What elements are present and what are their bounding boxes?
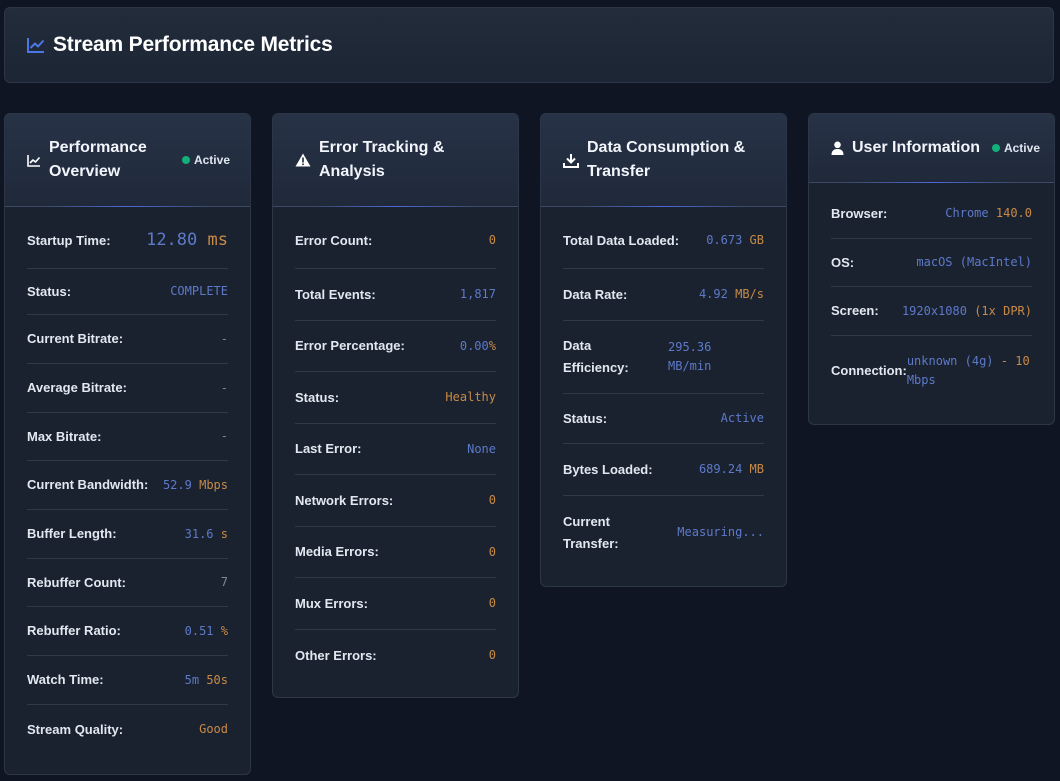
metric-row: Total Events: 1,817 bbox=[295, 269, 496, 321]
metric-row: Error Percentage: 0.00% bbox=[295, 321, 496, 372]
metric-row: Buffer Length: 31.6 s bbox=[27, 510, 228, 559]
metric-row: Current Bandwidth: 52.9 Mbps bbox=[27, 461, 228, 510]
metric-row: Data Efficiency: 295.36 MB/min bbox=[563, 321, 764, 394]
page-title: Stream Performance Metrics bbox=[53, 33, 333, 56]
performance-metrics-list: Startup Time: 12.80 ms Status: COMPLETE Cu… bbox=[5, 207, 250, 754]
metric-row: Media Errors: 0 bbox=[295, 527, 496, 578]
metric-row: Status: COMPLETE bbox=[27, 269, 228, 315]
metric-row: Total Data Loaded: 0.673 GB bbox=[563, 213, 764, 269]
user-information-card: User Information Active Browser: Chrome 1… bbox=[808, 113, 1055, 425]
metric-row: Bytes Loaded: 689.24 MB bbox=[563, 444, 764, 496]
metric-row: Average Bitrate: - bbox=[27, 364, 228, 413]
performance-overview-card: Performance Overview Active Startup Time:… bbox=[4, 113, 251, 775]
metric-row: Watch Time: 5m 50s bbox=[27, 656, 228, 705]
metric-row: Startup Time: 12.80 ms bbox=[27, 213, 228, 269]
metric-row: Current Transfer: Measuring... bbox=[563, 513, 764, 551]
warning-icon bbox=[295, 153, 311, 167]
status-dot bbox=[181, 156, 190, 164]
data-card-header: Data Consumption & Transfer bbox=[541, 114, 786, 207]
chart-line-icon bbox=[27, 154, 41, 167]
error-tracking-card: Error Tracking & Analysis Error Count: 0 T… bbox=[272, 113, 519, 698]
error-metrics-list: Error Count: 0 Total Events: 1,817 Error P… bbox=[273, 207, 518, 681]
user-card-title: User Information bbox=[852, 139, 981, 156]
page-header: Stream Performance Metrics bbox=[4, 7, 1054, 83]
metric-row: Status: Healthy bbox=[295, 372, 496, 424]
data-card-title: Data Consumption & Transfer bbox=[587, 139, 746, 180]
info-row: Browser: Chrome 140.0 bbox=[831, 189, 1032, 239]
metric-row: Rebuffer Ratio: 0.51 % bbox=[27, 607, 228, 656]
metric-row: Last Error: None bbox=[295, 424, 496, 475]
metric-row: Max Bitrate: - bbox=[27, 413, 228, 461]
metric-row: Stream Quality: Good bbox=[27, 721, 228, 737]
user-info-list: Browser: Chrome 140.0 OS: macOS (MacIntel)… bbox=[809, 183, 1054, 406]
metric-row: Status: Active bbox=[563, 394, 764, 444]
status-badge: Active bbox=[181, 153, 230, 167]
status-badge: Active bbox=[991, 141, 1040, 155]
status-dot bbox=[991, 144, 1000, 152]
performance-card-title: Performance Overview bbox=[49, 139, 147, 180]
user-card-header: User Information Active bbox=[809, 114, 1054, 183]
errors-card-header: Error Tracking & Analysis bbox=[273, 114, 518, 207]
metric-row: Network Errors: 0 bbox=[295, 475, 496, 527]
chart-line-icon bbox=[27, 37, 45, 53]
metric-row: Other Errors: 0 bbox=[295, 647, 496, 663]
data-metrics-list: Total Data Loaded: 0.673 GB Data Rate: 4.9… bbox=[541, 207, 786, 569]
info-row: Connection: unknown (4g) - 10 Mbps bbox=[831, 354, 1030, 387]
info-row: OS: macOS (MacIntel) bbox=[831, 239, 1032, 287]
user-icon bbox=[831, 141, 844, 155]
download-icon bbox=[563, 153, 579, 168]
info-row: Screen: 1920x1080 (1x DPR) bbox=[831, 287, 1032, 336]
data-consumption-card: Data Consumption & Transfer Total Data Lo… bbox=[540, 113, 787, 587]
metric-row: Error Count: 0 bbox=[295, 213, 496, 269]
metric-row: Rebuffer Count: 7 bbox=[27, 559, 228, 607]
metric-row: Current Bitrate: - bbox=[27, 315, 228, 364]
errors-card-title: Error Tracking & Analysis bbox=[319, 139, 445, 180]
performance-card-header: Performance Overview Active bbox=[5, 114, 250, 207]
metric-row: Data Rate: 4.92 MB/s bbox=[563, 269, 764, 321]
metric-row: Mux Errors: 0 bbox=[295, 578, 496, 630]
